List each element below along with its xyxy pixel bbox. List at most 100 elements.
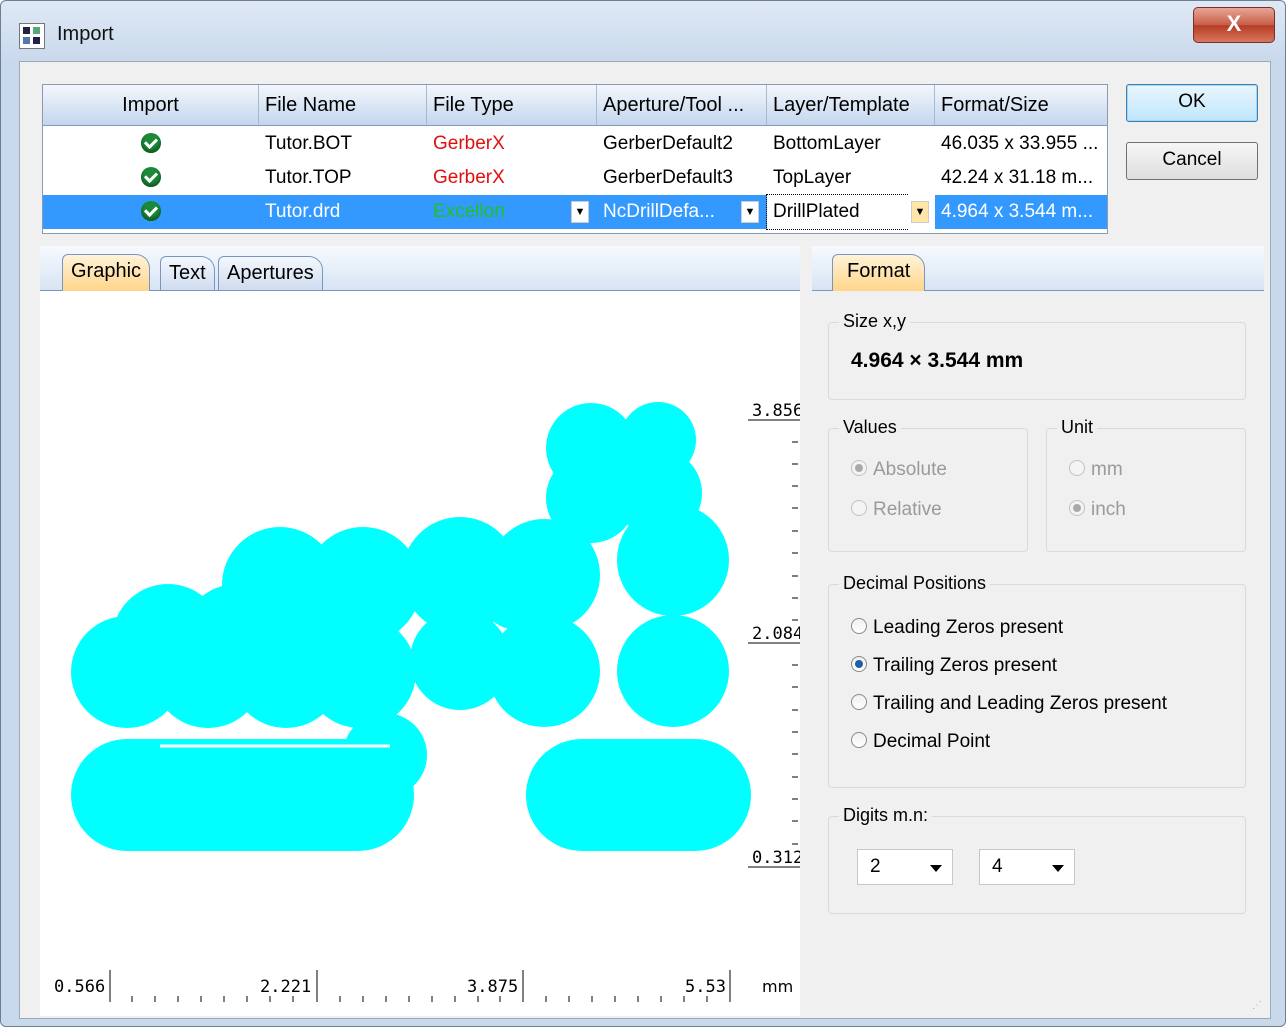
chevron-down-icon (930, 865, 942, 872)
radio-button-icon (1069, 459, 1085, 476)
radio-label: inch (1091, 499, 1126, 520)
dialog-body: Import File Name File Type Aperture/Tool… (19, 61, 1271, 1019)
cancel-button[interactable]: Cancel (1126, 142, 1258, 180)
y-tick-label: 3.856 (752, 401, 800, 421)
radio-inch[interactable]: inch (1069, 497, 1126, 523)
aperture-cell: NcDrillDefa... (603, 201, 715, 222)
x-tick-label: 5.53 (685, 977, 726, 997)
y-tick-label: 2.084 (752, 624, 800, 644)
file-row[interactable]: Tutor.TOP GerberX GerberDefault3 TopLaye… (43, 161, 1107, 195)
size-cell: 46.035 x 33.955 ... (941, 133, 1099, 154)
view-tabs: Graphic Text Apertures (40, 246, 800, 291)
tab-apertures[interactable]: Apertures (218, 256, 323, 290)
chevron-down-icon: ▼ (741, 200, 759, 223)
drill-holes (71, 402, 751, 851)
column-format-size[interactable]: Format/Size (935, 85, 1107, 125)
horizontal-ruler (109, 970, 731, 1002)
column-aperture-tool[interactable]: Aperture/Tool ... (597, 85, 767, 125)
file-type-dropdown[interactable]: ▼ (567, 195, 597, 229)
check-icon (141, 133, 161, 153)
chevron-down-icon (1052, 865, 1064, 872)
import-app-icon (19, 23, 45, 49)
layer-cell: DrillPlated (766, 194, 908, 230)
column-import[interactable]: Import (43, 85, 259, 125)
layer-cell: TopLayer (773, 167, 852, 188)
tab-text[interactable]: Text (160, 256, 215, 290)
file-list: Import File Name File Type Aperture/Tool… (42, 84, 1108, 234)
radio-button-icon (851, 655, 867, 672)
radio-label: Trailing and Leading Zeros present (873, 693, 1167, 714)
file-name-cell: Tutor.BOT (265, 133, 352, 154)
radio-label: Decimal Point (873, 731, 991, 752)
radio-button-icon (851, 459, 867, 476)
import-check-cell[interactable] (43, 195, 259, 229)
chevron-down-icon: ▼ (911, 200, 929, 223)
size-cell: 42.24 x 31.18 m... (941, 167, 1094, 188)
title-bar: Import X (1, 1, 1285, 61)
import-check-cell[interactable] (43, 127, 259, 161)
radio-label: Leading Zeros present (873, 617, 1064, 638)
check-icon (141, 167, 161, 187)
column-file-name[interactable]: File Name (259, 85, 427, 125)
graphic-panel: Graphic Text Apertures 3.856 2.084 0.312… (40, 246, 800, 1016)
decimal-positions-group: Decimal Positions Leading Zeros present … (828, 573, 1246, 788)
y-tick-label: 0.312 (752, 848, 800, 868)
select-value: 4 (992, 856, 1003, 877)
tab-graphic[interactable]: Graphic (62, 254, 151, 291)
select-value: 2 (870, 856, 881, 877)
x-tick-label: 3.875 (467, 977, 518, 997)
size-cell: 4.964 x 3.544 m... (941, 201, 1094, 222)
radio-label: Relative (873, 499, 942, 520)
radio-trailing-leading-zeros[interactable]: Trailing and Leading Zeros present (851, 691, 1167, 717)
radio-trailing-zeros[interactable]: Trailing Zeros present (851, 653, 1057, 679)
radio-leading-zeros[interactable]: Leading Zeros present (851, 615, 1063, 641)
radio-decimal-point[interactable]: Decimal Point (851, 729, 990, 755)
import-dialog: Import X Import File Name File Type Aper… (0, 0, 1286, 1027)
file-type-cell: GerberX (433, 167, 505, 188)
column-layer-template[interactable]: Layer/Template (767, 85, 935, 125)
resize-grip-icon[interactable]: ⋰ (1252, 1000, 1264, 1012)
drill-graphic-view[interactable]: 3.856 2.084 0.312 0.566 2.221 3.875 5.53… (40, 290, 800, 1016)
tab-format[interactable]: Format (832, 254, 926, 291)
ok-button[interactable]: OK (1126, 84, 1258, 122)
file-type-cell: Excellon (433, 201, 505, 222)
digits-group: Digits m.n: 2 4 (828, 805, 1246, 914)
format-panel: Format Size x,y 4.964 × 3.544 mm Values … (812, 246, 1264, 1016)
file-name-cell: Tutor.TOP (265, 167, 352, 188)
radio-button-icon (851, 499, 867, 516)
radio-label: Absolute (873, 459, 947, 480)
unit-group-label: Unit (1057, 417, 1098, 438)
radio-button-icon (851, 617, 867, 634)
radio-button-icon (1069, 499, 1085, 516)
radio-label: Trailing Zeros present (873, 655, 1058, 676)
digits-m-select[interactable]: 2 (857, 849, 953, 885)
digits-group-label: Digits m.n: (839, 805, 933, 826)
decimal-group-label: Decimal Positions (839, 573, 991, 594)
layer-cell: BottomLayer (773, 133, 881, 154)
unit-label: mm (762, 977, 793, 996)
window-title: Import (57, 23, 114, 45)
import-check-cell[interactable] (43, 161, 259, 195)
radio-button-icon (851, 693, 867, 710)
file-list-header: Import File Name File Type Aperture/Tool… (43, 85, 1107, 126)
size-group: Size x,y 4.964 × 3.544 mm (828, 311, 1246, 400)
values-group-label: Values (839, 417, 901, 438)
aperture-cell: GerberDefault3 (603, 167, 733, 188)
close-button[interactable]: X (1193, 7, 1275, 43)
format-tabs: Format (812, 246, 1264, 291)
aperture-dropdown[interactable]: ▼ (737, 195, 767, 229)
radio-label: mm (1091, 459, 1123, 480)
radio-absolute[interactable]: Absolute (851, 457, 947, 483)
radio-mm[interactable]: mm (1069, 457, 1123, 483)
chevron-down-icon: ▼ (571, 200, 589, 223)
file-row[interactable]: Tutor.BOT GerberX GerberDefault2 BottomL… (43, 127, 1107, 161)
file-row-selected[interactable]: Tutor.drd Excellon ▼ NcDrillDefa... ▼ Dr… (43, 194, 1107, 230)
digits-n-select[interactable]: 4 (979, 849, 1075, 885)
unit-group: Unit mm inch (1046, 417, 1246, 552)
column-file-type[interactable]: File Type (427, 85, 597, 125)
radio-relative[interactable]: Relative (851, 497, 942, 523)
values-group: Values Absolute Relative (828, 417, 1028, 552)
file-name-cell: Tutor.drd (265, 201, 341, 222)
size-value: 4.964 × 3.544 mm (851, 349, 1024, 372)
layer-dropdown[interactable]: ▼ (907, 195, 935, 229)
